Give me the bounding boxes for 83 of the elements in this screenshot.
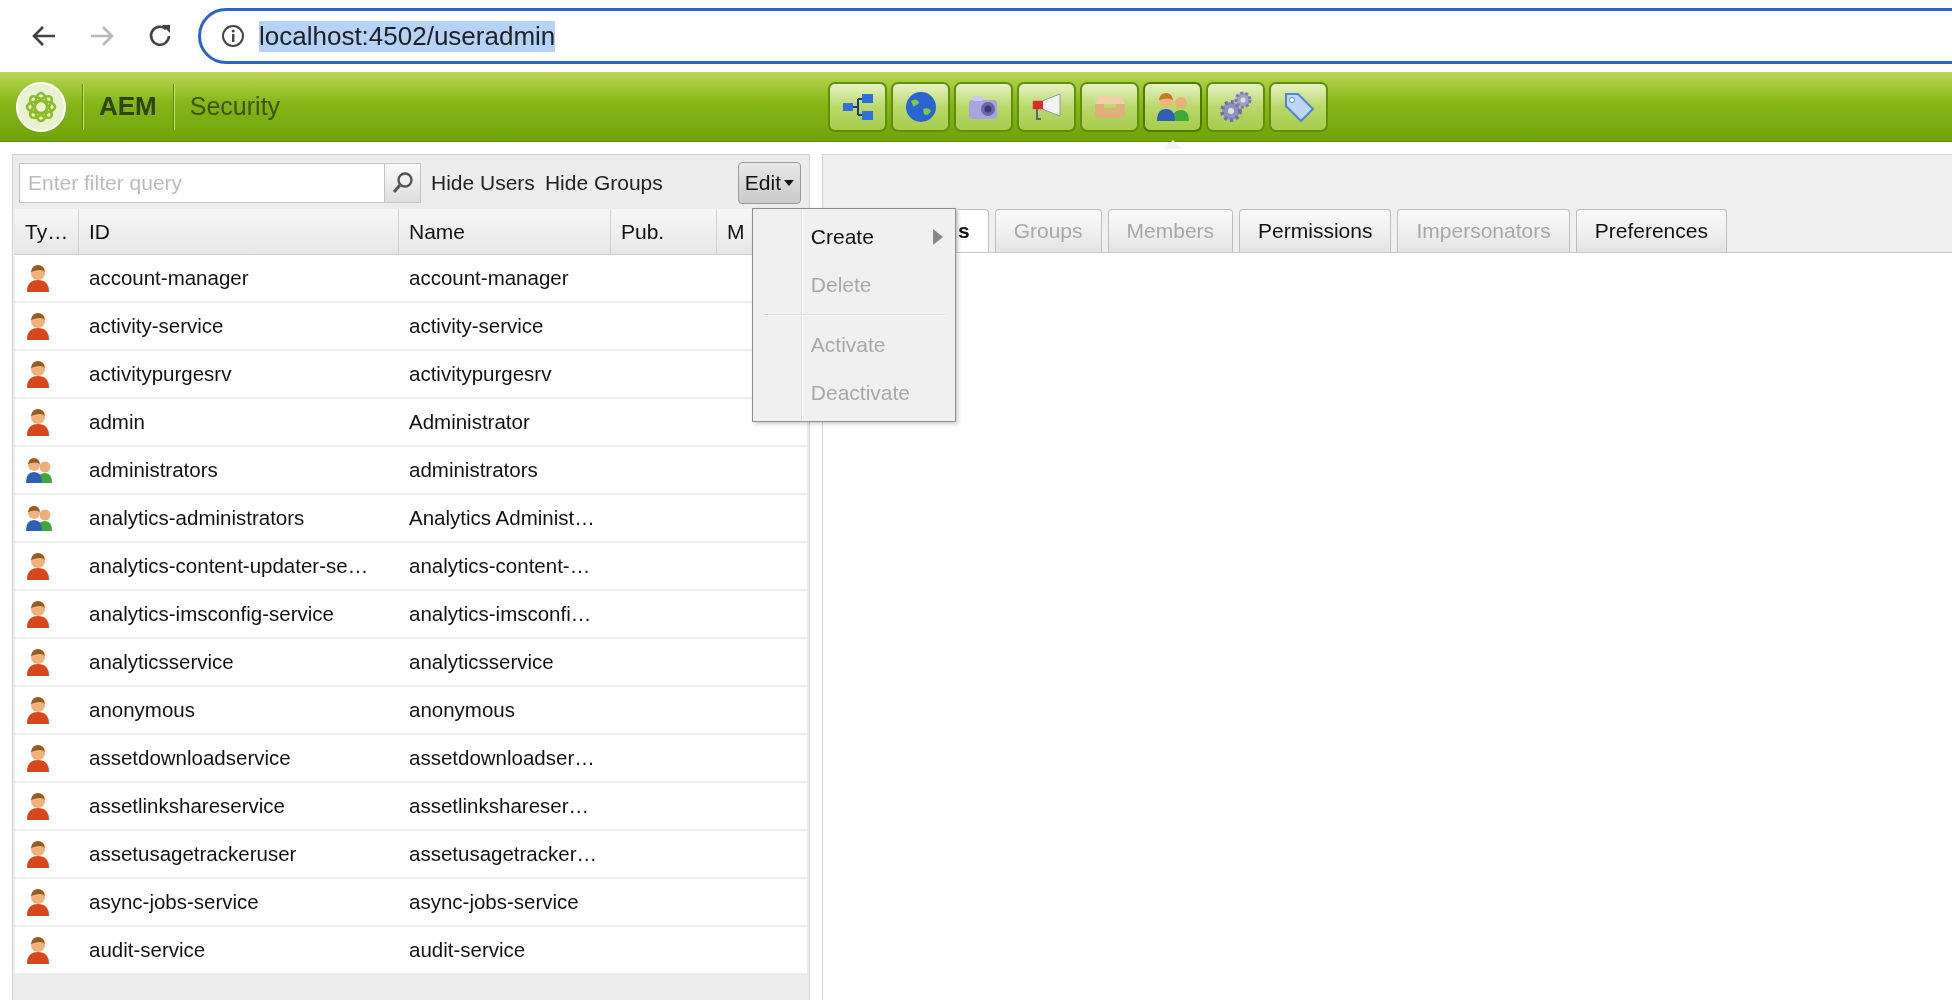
- submenu-arrow-icon: [932, 229, 943, 245]
- table-cell-text: audit-service: [408, 937, 527, 963]
- url-text: localhost:4502/useradmin: [259, 20, 556, 52]
- toolbar-button[interactable]: [1143, 81, 1202, 132]
- table-cell-text: account-manager: [408, 265, 570, 291]
- table-cell-text: activitypurgesrv: [88, 361, 233, 387]
- person-icon: [25, 407, 51, 437]
- table-cell-text: activity-service: [408, 313, 545, 339]
- table-cell-text: async-jobs-service: [408, 889, 580, 915]
- column-header[interactable]: Name: [399, 209, 611, 254]
- toolbar-button[interactable]: [954, 81, 1013, 132]
- address-bar[interactable]: localhost:4502/useradmin: [198, 8, 1952, 64]
- person-icon: [25, 791, 51, 821]
- table-cell-text: assetusagetracker…: [408, 841, 598, 867]
- table-cell-text: account-manager: [88, 265, 250, 291]
- toolbar-button[interactable]: [891, 81, 950, 132]
- table-cell-text: anonymous: [408, 697, 516, 723]
- table-cell-text: Administrator: [408, 409, 531, 435]
- table-cell-text: activitypurgesrv: [408, 361, 553, 387]
- table-cell-text: analytics-content-…: [408, 553, 592, 579]
- person-icon: [25, 935, 51, 965]
- filter-toggle[interactable]: Hide Users: [421, 171, 535, 195]
- info-icon: [221, 24, 245, 48]
- table-cell-text: analytics-administrators: [88, 505, 306, 531]
- person-icon: [25, 647, 51, 677]
- table-cell-text: activity-service: [88, 313, 225, 339]
- person-icon: [25, 599, 51, 629]
- column-header[interactable]: M: [717, 209, 807, 254]
- table-cell-text: assetdownloadser…: [408, 745, 596, 771]
- section-title: Security: [189, 92, 281, 121]
- tab[interactable]: Preferences: [1575, 209, 1727, 252]
- megaphone-icon: [1029, 91, 1064, 122]
- person-icon: [25, 551, 51, 581]
- column-header[interactable]: Ty…: [15, 209, 79, 254]
- table-cell-text: administrators: [408, 457, 539, 483]
- person-icon: [25, 263, 51, 293]
- tab[interactable]: s: [958, 209, 989, 252]
- table-cell-text: admin: [88, 409, 146, 435]
- toolbar-button[interactable]: [1206, 81, 1265, 132]
- table-cell-text: analyticsservice: [408, 649, 555, 675]
- search-icon: [390, 171, 415, 195]
- hierarchy-icon: [841, 91, 874, 122]
- toolbar-button[interactable]: [1269, 81, 1328, 132]
- toolbar-button[interactable]: [828, 81, 887, 132]
- table-cell-text: async-jobs-service: [88, 889, 260, 915]
- person-icon: [25, 839, 51, 869]
- person-icon: [25, 743, 51, 773]
- table-cell-text: Analytics Administ…: [408, 505, 596, 531]
- column-header[interactable]: Pub.: [611, 209, 717, 254]
- gears-icon: [1218, 90, 1253, 123]
- table-cell-text: administrators: [88, 457, 219, 483]
- users-icon: [1155, 91, 1190, 122]
- person-icon: [25, 311, 51, 341]
- table-cell-text: assetusagetrackeruser: [88, 841, 298, 867]
- table-cell-text: anonymous: [88, 697, 196, 723]
- logo-icon: [16, 81, 66, 132]
- table-cell-text: analytics-imsconfi…: [408, 601, 593, 627]
- people-icon: [25, 456, 53, 484]
- back-arrow-icon: [31, 24, 57, 48]
- edit-button[interactable]: Edit: [737, 162, 801, 204]
- forward-arrow-icon: [89, 24, 115, 48]
- product-name: AEM: [99, 91, 157, 122]
- search-button[interactable]: [384, 164, 420, 202]
- tag-icon: [1282, 90, 1315, 123]
- person-icon: [25, 695, 51, 725]
- people-icon: [25, 504, 53, 532]
- filter-toggle[interactable]: Hide Groups: [534, 171, 663, 195]
- table-cell-text: analyticsservice: [88, 649, 235, 675]
- table-cell-text: analytics-imsconfig-service: [88, 601, 335, 627]
- toolbar-button[interactable]: [1080, 81, 1139, 132]
- column-header[interactable]: ID: [79, 209, 399, 254]
- toolbar-button[interactable]: [1017, 81, 1076, 132]
- inbox-icon: [1092, 93, 1127, 120]
- globe-icon: [904, 90, 937, 123]
- table-cell-text: audit-service: [88, 937, 207, 963]
- table-cell-text: assetlinkshareser…: [408, 793, 590, 819]
- table-cell-text: analytics-content-updater-se…: [88, 553, 370, 579]
- person-icon: [25, 887, 51, 917]
- person-icon: [25, 359, 51, 389]
- table-cell-text: assetlinkshareservice: [88, 793, 286, 819]
- table-cell-text: assetdownloadservice: [88, 745, 292, 771]
- tab[interactable]: Permissions: [1239, 209, 1392, 252]
- caret-icon: [784, 180, 794, 186]
